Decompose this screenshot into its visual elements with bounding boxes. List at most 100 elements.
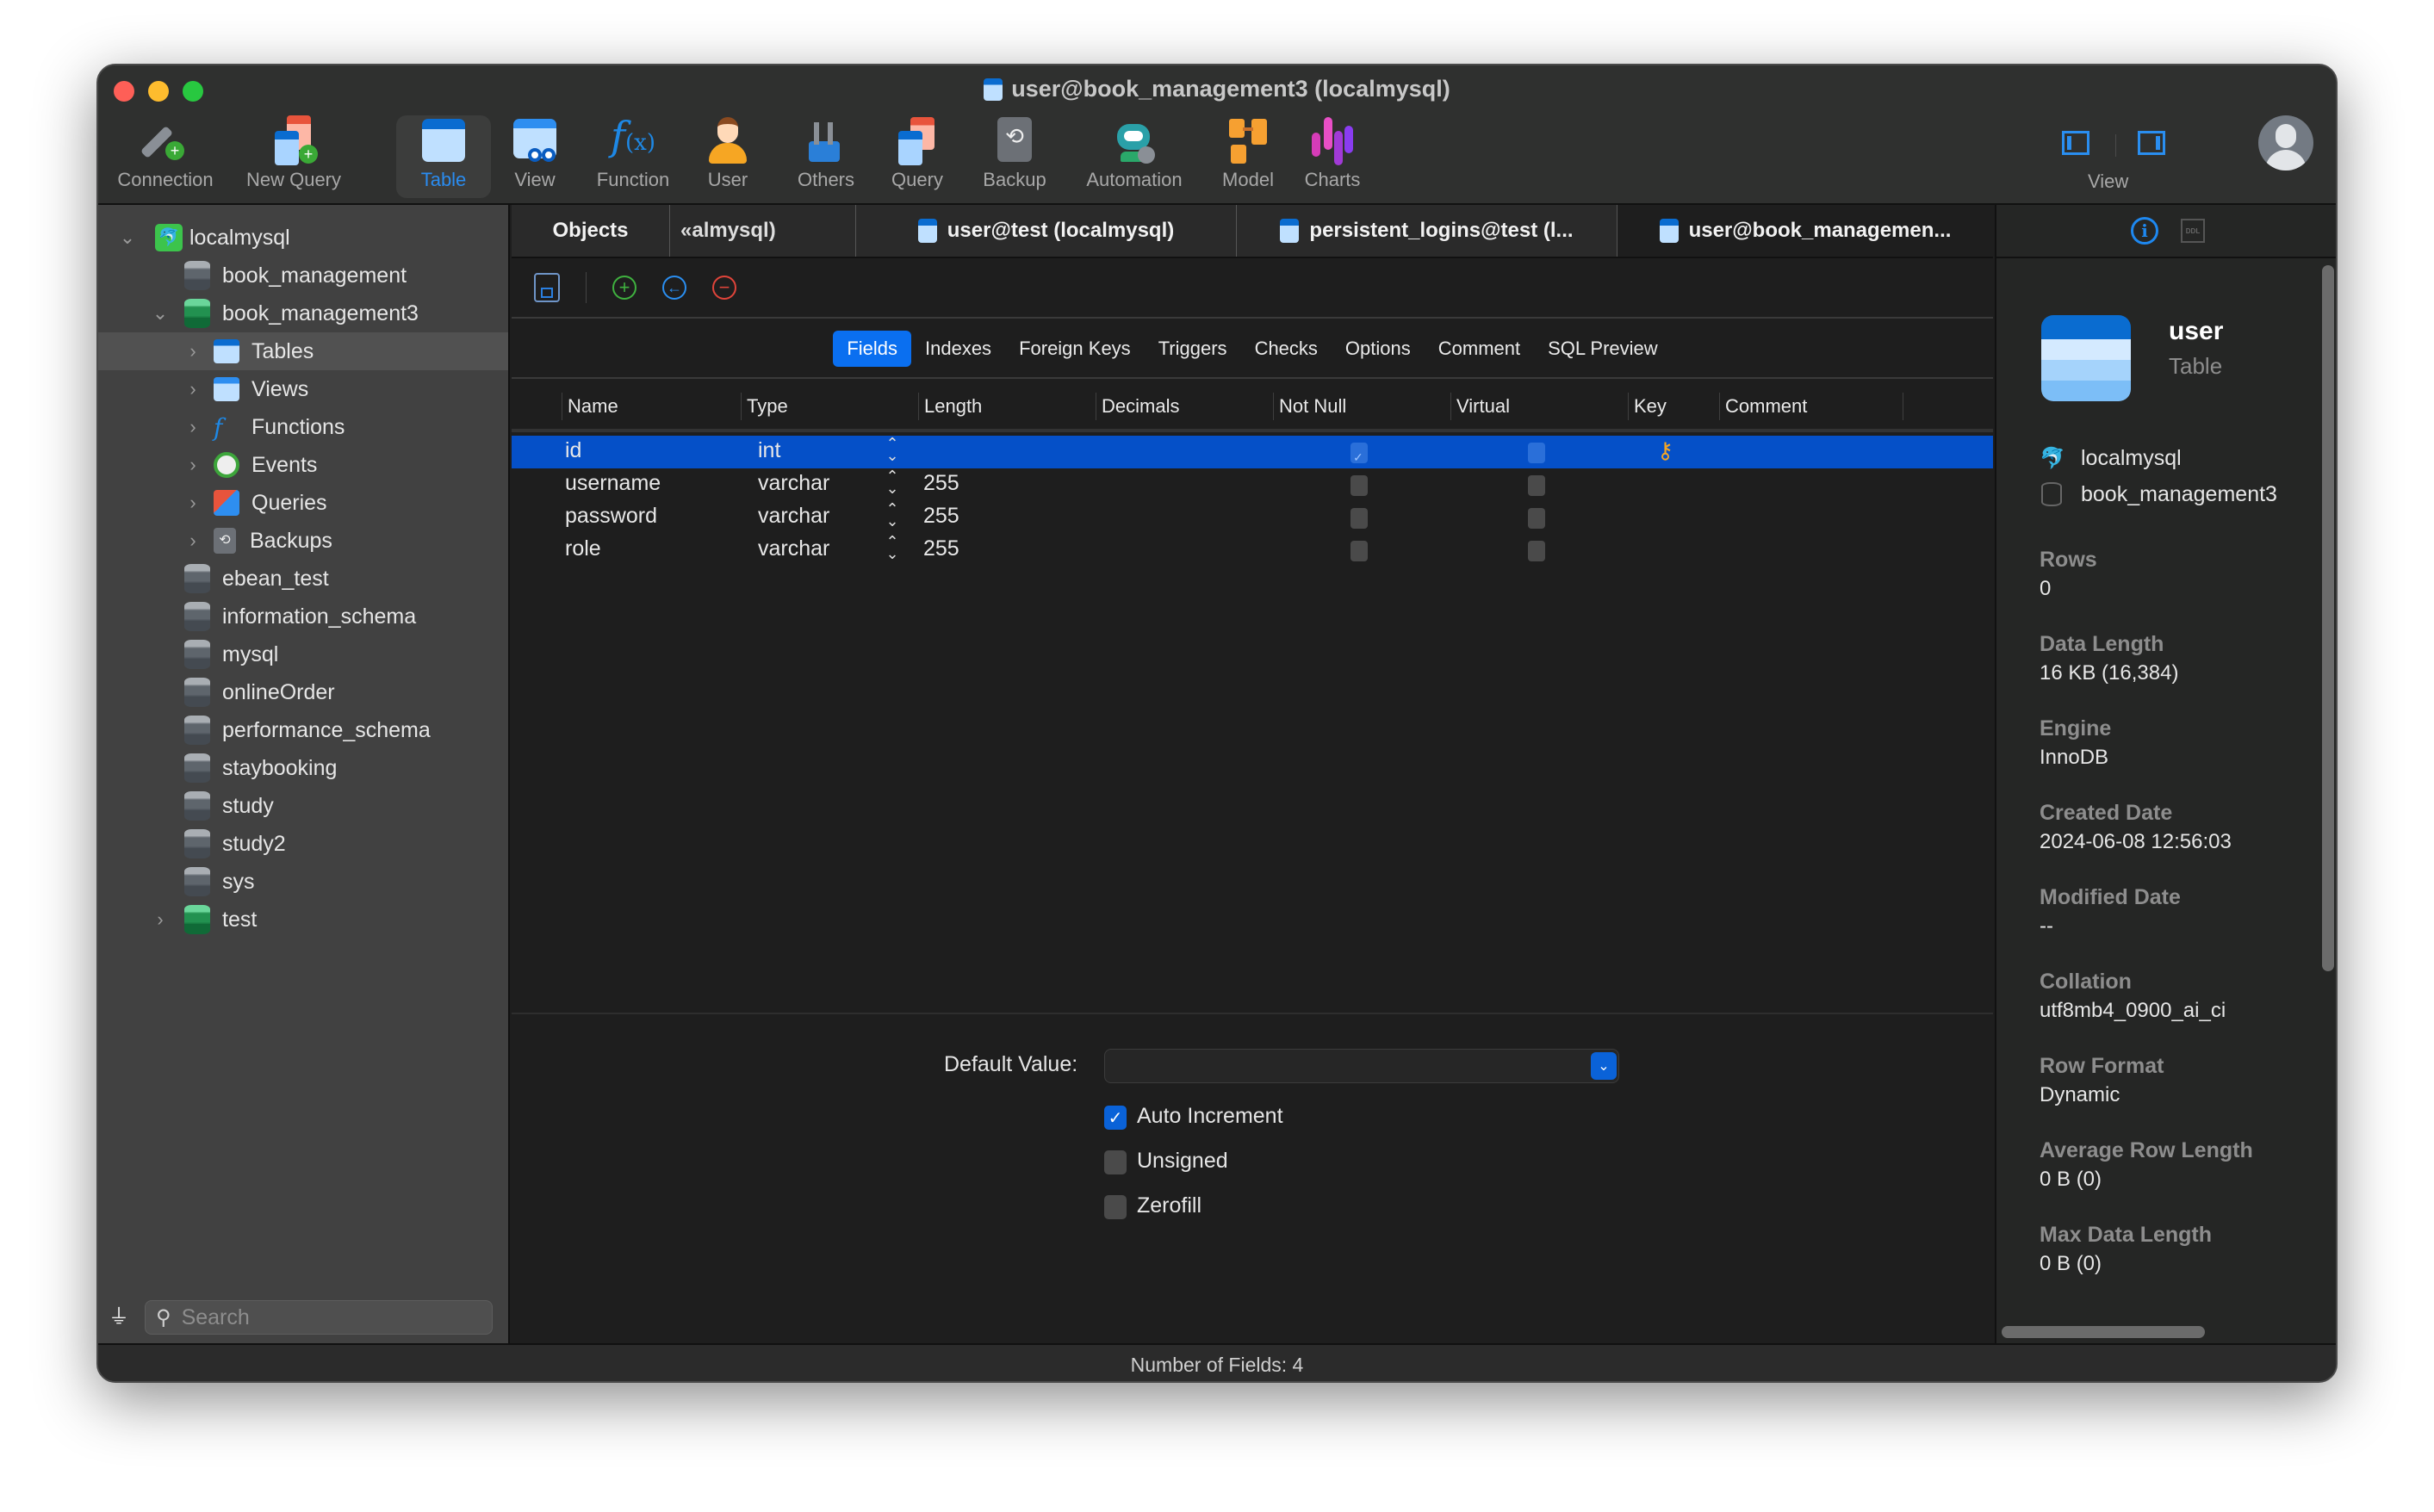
tree-item-performance-schema[interactable]: performance_schema [98, 711, 508, 749]
table-row[interactable]: id int ⌃ ⌄ ✓ ⚷ [512, 436, 1993, 468]
default-value-combobox[interactable]: ⌄ [1104, 1049, 1619, 1083]
column-header-not-null[interactable]: Not Null [1273, 393, 1450, 420]
filter-connection-icon[interactable]: ⏚ [109, 1299, 129, 1329]
tree-item-ebean-test[interactable]: ebean_test [98, 560, 508, 598]
add-field-button[interactable]: + [612, 276, 636, 300]
type-stepper-icon[interactable]: ⌃ ⌄ [885, 534, 899, 561]
ddl-icon[interactable]: DDL [2181, 219, 2205, 243]
tab-persistent-logins[interactable]: persistent_logins@test (l... [1237, 205, 1617, 257]
toolbar-new-query[interactable]: + New Query [234, 115, 353, 198]
subtab-checks[interactable]: Checks [1241, 331, 1332, 367]
tree-item-backups[interactable]: › ⟲ Backups [98, 522, 508, 560]
column-header-type[interactable]: Type [741, 393, 918, 420]
virtual-checkbox[interactable] [1528, 541, 1545, 561]
insert-field-button[interactable]: ← [662, 276, 686, 300]
tree-item-onlineorder[interactable]: onlineOrder [98, 673, 508, 711]
delete-field-button[interactable]: − [712, 276, 736, 300]
tree-item-functions[interactable]: › f Functions [98, 408, 508, 446]
zerofill-checkbox[interactable] [1104, 1195, 1127, 1219]
primary-key-icon[interactable]: ⚷ [1657, 437, 1673, 464]
column-header-length[interactable]: Length [918, 393, 1096, 420]
chevron-right-icon[interactable]: › [184, 530, 202, 552]
chevron-down-icon[interactable]: ⌄ [1591, 1052, 1617, 1080]
subtab-options[interactable]: Options [1332, 331, 1425, 367]
virtual-checkbox[interactable] [1528, 443, 1545, 463]
chevron-right-icon[interactable]: › [184, 492, 202, 514]
toolbar-table[interactable]: Table [396, 115, 491, 198]
cell-type[interactable]: int [758, 438, 780, 463]
tree-item-mysql[interactable]: mysql [98, 635, 508, 673]
tab-user-test[interactable]: user@test (localmysql) [856, 205, 1237, 257]
tree-item-information-schema[interactable]: information_schema [98, 598, 508, 635]
tree-item-sys[interactable]: sys [98, 863, 508, 901]
subtab-fields[interactable]: Fields [833, 331, 911, 367]
cell-name[interactable]: role [565, 536, 601, 561]
toolbar-automation[interactable]: Automation [1070, 115, 1199, 198]
not-null-checkbox[interactable]: ✓ [1350, 443, 1368, 464]
column-header-decimals[interactable]: Decimals [1096, 393, 1273, 420]
toolbar-model[interactable]: Model [1209, 115, 1287, 198]
unsigned-checkbox[interactable] [1104, 1150, 1127, 1174]
avatar[interactable] [2258, 115, 2313, 170]
column-header-virtual[interactable]: Virtual [1450, 393, 1628, 420]
tree-item-book-management3[interactable]: ⌄ book_management3 [98, 294, 508, 332]
cell-type[interactable]: varchar [758, 504, 829, 529]
toolbar-user[interactable]: User [689, 115, 767, 198]
chevron-down-icon[interactable]: ⌄ [119, 226, 136, 249]
tab-objects[interactable]: Objects [512, 205, 670, 257]
chevron-right-icon[interactable]: › [152, 908, 169, 931]
toolbar-function[interactable]: f(x) Function [586, 113, 680, 198]
column-header-name[interactable]: Name [562, 393, 741, 420]
chevron-right-icon[interactable]: › [184, 340, 202, 363]
type-stepper-icon[interactable]: ⌃ ⌄ [885, 468, 899, 496]
cell-name[interactable]: id [565, 438, 581, 463]
cell-type[interactable]: varchar [758, 536, 829, 561]
search-input[interactable]: ⚲ Search [145, 1300, 493, 1335]
chevron-right-icon[interactable]: › [184, 378, 202, 400]
subtab-foreign-keys[interactable]: Foreign Keys [1005, 331, 1145, 367]
toggle-sidebar-right-button[interactable] [2138, 131, 2165, 155]
not-null-checkbox[interactable] [1350, 475, 1368, 496]
chevron-right-icon[interactable]: › [184, 416, 202, 438]
table-row[interactable]: password varchar ⌃ ⌄ 255 [512, 501, 1993, 534]
toolbar-others[interactable]: Others [779, 115, 873, 198]
tree-item-staybooking[interactable]: staybooking [98, 749, 508, 787]
cell-length[interactable]: 255 [923, 504, 959, 529]
subtab-indexes[interactable]: Indexes [911, 331, 1005, 367]
tree-connection-localmysql[interactable]: ⌄ 🐬 localmysql [98, 219, 508, 257]
toolbar-charts[interactable]: Charts [1294, 115, 1371, 198]
vertical-scrollbar[interactable] [2322, 265, 2334, 971]
cell-length[interactable]: 255 [923, 471, 959, 496]
virtual-checkbox[interactable] [1528, 508, 1545, 529]
type-stepper-icon[interactable]: ⌃ ⌄ [885, 436, 899, 463]
tree-item-tables[interactable]: › Tables [98, 332, 508, 370]
subtab-triggers[interactable]: Triggers [1145, 331, 1241, 367]
info-icon[interactable]: i [2131, 217, 2158, 245]
tree-item-test[interactable]: › test [98, 901, 508, 939]
not-null-checkbox[interactable] [1350, 541, 1368, 561]
column-header-comment[interactable]: Comment [1719, 393, 1903, 420]
tree-item-study[interactable]: study [98, 787, 508, 825]
cell-type[interactable]: varchar [758, 471, 829, 496]
toggle-sidebar-left-button[interactable] [2062, 131, 2089, 155]
subtab-comment[interactable]: Comment [1425, 331, 1534, 367]
tab-user-book-management3[interactable]: user@book_managemen... [1617, 205, 1993, 257]
horizontal-scrollbar[interactable] [2002, 1326, 2205, 1338]
chevron-right-icon[interactable]: › [184, 454, 202, 476]
auto-increment-checkbox[interactable]: ✓ [1104, 1106, 1127, 1130]
tab-overflow[interactable]: «almysql) [670, 205, 856, 257]
virtual-checkbox[interactable] [1528, 475, 1545, 496]
not-null-checkbox[interactable] [1350, 508, 1368, 529]
cell-length[interactable]: 255 [923, 536, 959, 561]
tree-item-queries[interactable]: › Queries [98, 484, 508, 522]
toolbar-view[interactable]: View [496, 115, 574, 198]
table-row[interactable]: role varchar ⌃ ⌄ 255 [512, 534, 1993, 567]
tree-item-events[interactable]: › Events [98, 446, 508, 484]
cell-name[interactable]: password [565, 504, 657, 529]
save-button[interactable] [534, 273, 560, 302]
tree-item-study2[interactable]: study2 [98, 825, 508, 863]
toolbar-connection[interactable]: + Connection [98, 115, 233, 198]
tree-item-book-management[interactable]: book_management [98, 257, 508, 294]
toolbar-backup[interactable]: ⟲ Backup [972, 115, 1058, 198]
table-row[interactable]: username varchar ⌃ ⌄ 255 [512, 468, 1993, 501]
